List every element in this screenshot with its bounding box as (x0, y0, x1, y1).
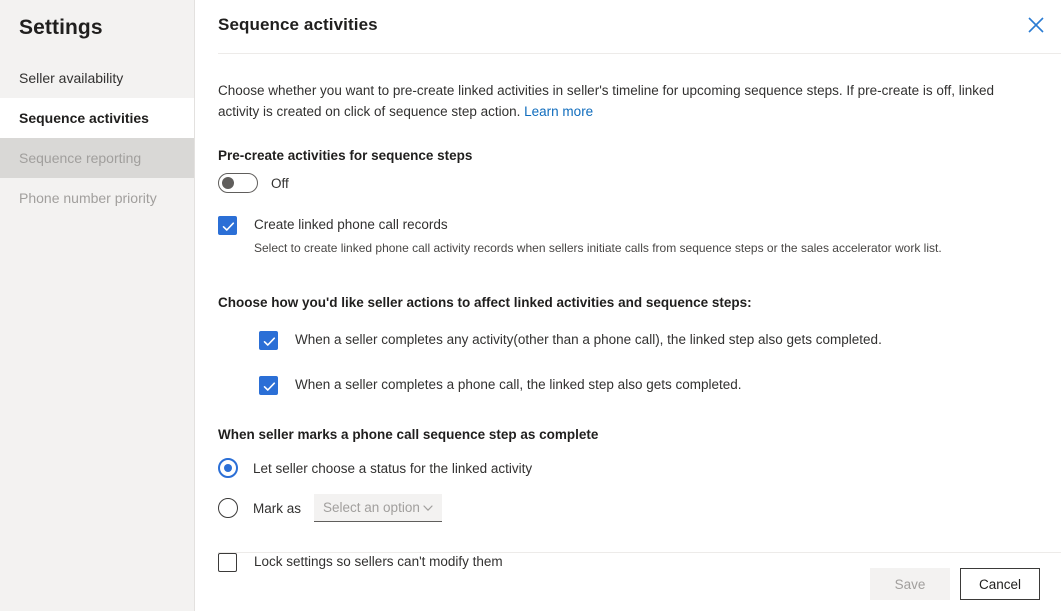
mark-as-dropdown[interactable]: Select an option (314, 494, 442, 522)
cancel-button[interactable]: Cancel (960, 568, 1040, 600)
radio-let-seller-choose-label: Let seller choose a status for the linke… (253, 461, 532, 476)
close-button[interactable] (1020, 9, 1052, 41)
header-divider (218, 53, 1061, 54)
radio-row-mark-as: Mark as Select an option (218, 494, 1038, 522)
seller-action-any-activity-checkbox[interactable] (259, 331, 278, 350)
chevron-down-icon (422, 502, 434, 514)
mark-as-dropdown-value: Select an option (323, 500, 420, 515)
mark-complete-section: When seller marks a phone call sequence … (218, 427, 1038, 522)
seller-actions-heading: Choose how you'd like seller actions to … (218, 295, 1038, 310)
seller-actions-section: Choose how you'd like seller actions to … (218, 295, 1038, 395)
close-icon (1027, 16, 1045, 34)
page-title: Sequence activities (218, 15, 378, 35)
seller-actions-options: When a seller completes any activity(oth… (218, 330, 1038, 395)
settings-sidebar: Settings Seller availability Sequence ac… (0, 0, 195, 611)
panel-body: Choose whether you want to pre-create li… (195, 80, 1061, 572)
panel-description: Choose whether you want to pre-create li… (218, 80, 1024, 122)
sidebar-item-sequence-reporting[interactable]: Sequence reporting (0, 138, 194, 178)
sidebar-item-seller-availability[interactable]: Seller availability (0, 58, 194, 98)
seller-action-option-any-activity: When a seller completes any activity(oth… (259, 330, 1038, 350)
settings-dialog: Settings Seller availability Sequence ac… (0, 0, 1061, 611)
radio-let-seller-choose[interactable] (218, 458, 238, 478)
dialog-footer: Save Cancel (870, 568, 1040, 600)
precreate-toggle[interactable] (218, 173, 258, 193)
precreate-toggle-state: Off (271, 176, 289, 191)
linked-phone-call-description: Select to create linked phone call activ… (254, 240, 1038, 257)
seller-action-phone-call-label: When a seller completes a phone call, th… (295, 375, 742, 394)
radio-mark-as-label: Mark as (253, 501, 301, 516)
seller-action-option-phone-call: When a seller completes a phone call, th… (259, 375, 1038, 395)
lock-settings-label: Lock settings so sellers can't modify th… (254, 552, 503, 571)
sidebar-item-sequence-activities[interactable]: Sequence activities (0, 98, 194, 138)
save-button[interactable]: Save (870, 568, 950, 600)
precreate-toggle-row: Off (218, 173, 1038, 193)
linked-phone-call-checkbox[interactable] (218, 216, 237, 235)
panel-description-text: Choose whether you want to pre-create li… (218, 83, 994, 119)
sidebar-title: Settings (0, 0, 194, 40)
seller-action-phone-call-checkbox[interactable] (259, 376, 278, 395)
precreate-label: Pre-create activities for sequence steps (218, 148, 1038, 163)
radio-mark-as[interactable] (218, 498, 238, 518)
footer-divider (218, 552, 1061, 553)
sidebar-nav: Seller availability Sequence activities … (0, 58, 194, 218)
linked-phone-call-section: Create linked phone call records Select … (218, 215, 1038, 257)
panel-header: Sequence activities (195, 0, 1061, 53)
linked-phone-call-row: Create linked phone call records (218, 215, 1038, 235)
sidebar-item-phone-number-priority[interactable]: Phone number priority (0, 178, 194, 218)
seller-action-any-activity-label: When a seller completes any activity(oth… (295, 330, 882, 349)
toggle-knob (222, 177, 234, 189)
learn-more-link[interactable]: Learn more (524, 104, 593, 119)
mark-complete-heading: When seller marks a phone call sequence … (218, 427, 1038, 442)
radio-row-let-seller-choose: Let seller choose a status for the linke… (218, 458, 1038, 478)
precreate-section: Pre-create activities for sequence steps… (218, 148, 1038, 193)
linked-phone-call-label: Create linked phone call records (254, 215, 448, 234)
settings-panel: Sequence activities Choose whether you w… (195, 0, 1061, 611)
lock-settings-checkbox[interactable] (218, 553, 237, 572)
